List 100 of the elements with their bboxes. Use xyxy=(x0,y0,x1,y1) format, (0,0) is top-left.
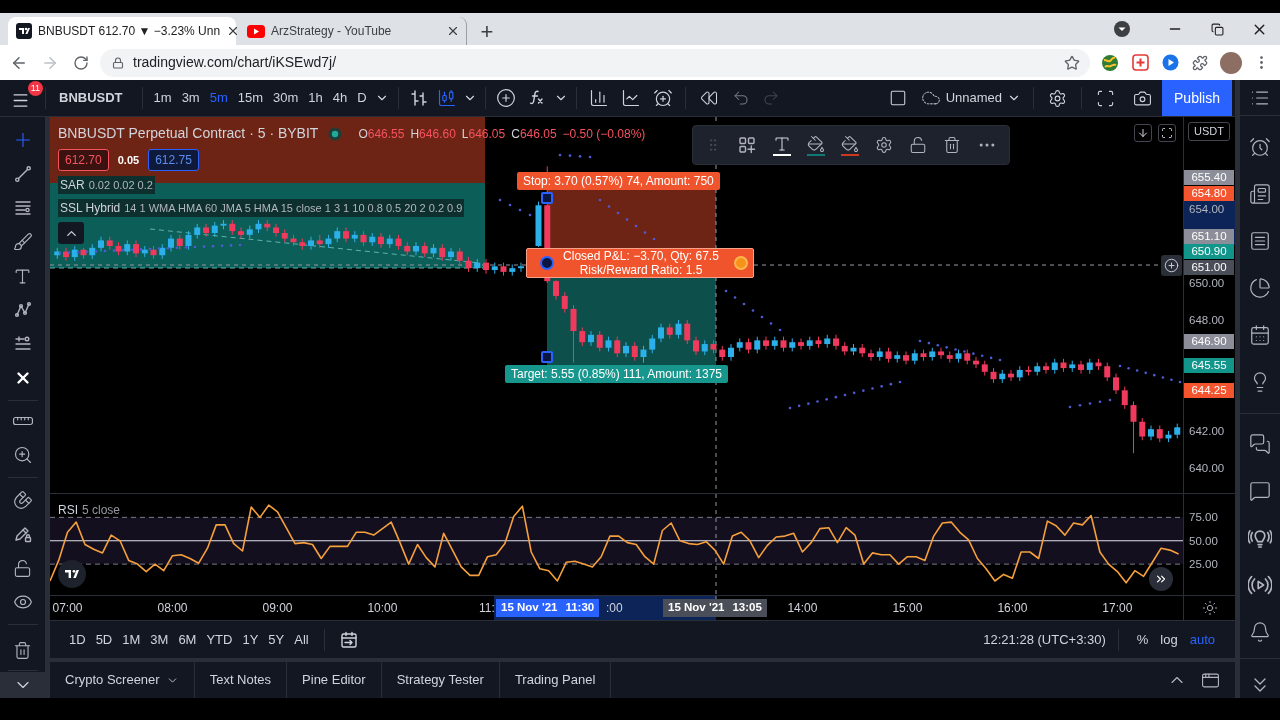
paint-bucket-icon[interactable] xyxy=(841,134,859,156)
undo-icon[interactable] xyxy=(731,89,750,107)
currency-button[interactable]: USDT xyxy=(1188,122,1230,141)
calendar-icon[interactable] xyxy=(1249,323,1271,346)
square-handle-icon[interactable] xyxy=(541,192,553,204)
interval-button[interactable]: 30m xyxy=(268,85,304,111)
bell-icon[interactable] xyxy=(1249,620,1271,643)
time-label: 17:00 xyxy=(1102,601,1133,615)
settings-icon[interactable] xyxy=(875,136,893,154)
logo-icon[interactable] xyxy=(58,560,86,588)
rsi-axis-label: 50.00 xyxy=(1189,533,1218,548)
ohlc-value: L646.05 xyxy=(461,125,506,143)
candlestick xyxy=(203,223,209,238)
time-label: 11: xyxy=(479,601,495,615)
address-field[interactable]: tradingview.com/chart/iKSEwd7j/ xyxy=(100,48,1090,77)
interval-button[interactable]: D xyxy=(352,85,372,111)
range-button[interactable]: 1M xyxy=(117,626,146,653)
reload-icon[interactable] xyxy=(72,54,89,71)
restore-icon[interactable] xyxy=(1210,22,1224,36)
square-handle-icon[interactable] xyxy=(541,351,553,363)
avatar-placeholder[interactable] xyxy=(1219,51,1242,74)
plus-square-extension-icon[interactable] xyxy=(1131,54,1149,71)
trash-icon[interactable] xyxy=(943,136,961,154)
range-button[interactable]: 3M xyxy=(145,626,174,653)
newspaper-icon[interactable] xyxy=(1249,182,1271,205)
interval-button[interactable]: 4h xyxy=(327,85,353,111)
alarm-clock-icon[interactable] xyxy=(1249,135,1271,158)
arrow-down-icon[interactable] xyxy=(1134,124,1152,142)
interval-button[interactable]: 3m xyxy=(176,85,205,111)
bar-chart-style-icon[interactable] xyxy=(408,88,429,108)
play-circle-extension-icon[interactable] xyxy=(1161,54,1179,71)
maximize-icon[interactable] xyxy=(1158,124,1176,142)
panel-tab[interactable]: Text Notes xyxy=(194,662,287,698)
interval-button[interactable]: 1h xyxy=(303,85,328,111)
interval-button[interactable]: 15m xyxy=(232,85,269,111)
close-icon[interactable] xyxy=(446,24,460,38)
globe-extension-icon[interactable] xyxy=(1101,53,1119,72)
panel-tab[interactable]: Pine Editor xyxy=(287,662,381,698)
new-tab-button[interactable]: + xyxy=(472,17,502,45)
brush-icon[interactable] xyxy=(12,232,33,252)
range-button[interactable]: All xyxy=(289,626,314,653)
lock-open-icon[interactable] xyxy=(13,558,32,578)
horizontal-lines-icon[interactable] xyxy=(12,198,33,218)
candlestick xyxy=(1043,362,1049,375)
chevrons-right-icon[interactable] xyxy=(1149,567,1173,591)
candlestick-icon[interactable] xyxy=(436,88,457,108)
dropdown-circle-icon[interactable] xyxy=(1114,21,1130,37)
trend-line-icon[interactable] xyxy=(12,164,33,184)
compare-plus-icon[interactable] xyxy=(495,88,516,108)
sun-icon[interactable] xyxy=(1201,600,1218,616)
time-label: 10:00 xyxy=(367,601,398,615)
range-button[interactable]: 5Y xyxy=(263,626,290,653)
fullscreen-icon[interactable] xyxy=(1096,88,1115,108)
publish-button[interactable]: Publish xyxy=(1162,80,1232,116)
interval-button[interactable]: 5m xyxy=(204,85,233,111)
panel-tab[interactable]: Trading Panel xyxy=(499,662,611,698)
paint-bucket-icon[interactable] xyxy=(807,134,825,156)
buy-price-button[interactable]: 612.75 xyxy=(148,149,199,171)
puzzle-icon[interactable] xyxy=(1192,54,1208,71)
alarm-plus-icon[interactable] xyxy=(652,88,673,108)
rsi-axis-label: 75.00 xyxy=(1189,510,1218,525)
zigzag-pattern-icon[interactable] xyxy=(12,300,33,320)
chat-bubble-icon[interactable] xyxy=(1249,479,1271,502)
range-button[interactable]: 5D xyxy=(90,626,118,653)
layout-name-button[interactable]: Unnamed xyxy=(914,84,1027,112)
time-zone-clock[interactable]: 12:21:28 (UTC+3:30) xyxy=(983,629,1106,650)
scale-button[interactable]: % xyxy=(1130,626,1155,653)
text-color-icon[interactable] xyxy=(773,134,791,156)
range-button[interactable]: YTD xyxy=(201,626,238,653)
scale-button[interactable]: auto xyxy=(1183,626,1221,653)
candlestick xyxy=(938,347,944,360)
panel-tab[interactable]: Crypto Screener xyxy=(50,662,194,698)
bookmark-star-icon[interactable] xyxy=(1064,54,1080,71)
candlestick xyxy=(614,336,621,358)
plus-circle-icon[interactable] xyxy=(1161,255,1182,276)
lock-open-icon[interactable] xyxy=(909,136,927,154)
range-button[interactable]: 1Y xyxy=(237,626,264,653)
price-tag: 644.25 xyxy=(1184,382,1234,398)
rewind-icon[interactable] xyxy=(699,89,718,107)
collapse-caret-icon[interactable] xyxy=(58,222,84,244)
range-button[interactable]: 1D xyxy=(64,626,91,653)
candlestick xyxy=(1078,360,1084,375)
line-chart-icon[interactable] xyxy=(620,88,641,108)
chat-bubbles-icon[interactable] xyxy=(1249,432,1271,455)
square-icon[interactable] xyxy=(888,89,907,107)
bar-chart-icon[interactable] xyxy=(588,88,609,108)
scale-button[interactable]: log xyxy=(1154,626,1184,653)
pie-chart-icon[interactable] xyxy=(1249,276,1271,299)
zoom-in-icon[interactable] xyxy=(12,445,33,465)
interval-button[interactable]: 1m xyxy=(148,85,177,111)
browser-tab[interactable]: BNBUSDT 612.70 ▼ −3.23% Unn xyxy=(8,17,236,45)
list-panel-icon[interactable] xyxy=(1249,229,1271,252)
trash-icon[interactable] xyxy=(13,640,32,660)
settings-icon[interactable] xyxy=(1048,88,1067,108)
sell-price-button[interactable]: 612.70 xyxy=(58,149,109,171)
panel-tab[interactable]: Strategy Tester xyxy=(381,662,499,698)
template-grid-icon[interactable] xyxy=(737,135,757,155)
symbol-button[interactable]: BNBUSDT xyxy=(46,88,136,108)
magnet-icon[interactable] xyxy=(12,490,33,510)
range-button[interactable]: 6M xyxy=(173,626,202,653)
